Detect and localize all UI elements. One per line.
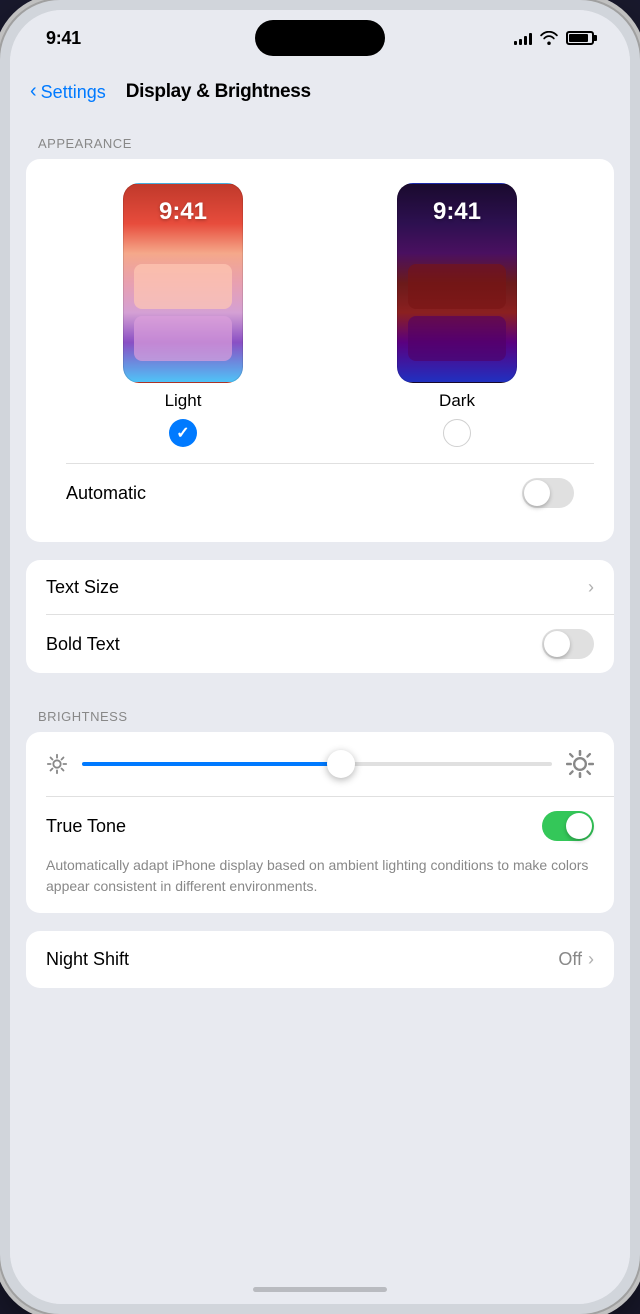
bold-text-label: Bold Text bbox=[46, 634, 120, 655]
night-shift-chevron-icon: › bbox=[588, 949, 594, 970]
dark-theme-preview: 9:41 bbox=[397, 183, 517, 383]
dark-theme-label: Dark bbox=[439, 391, 475, 411]
light-theme-option[interactable]: 9:41 Light ✓ bbox=[123, 183, 243, 447]
bold-text-row: Bold Text bbox=[26, 615, 614, 673]
dark-theme-bars bbox=[398, 234, 516, 382]
night-shift-card: Night Shift Off › bbox=[26, 931, 614, 988]
back-button[interactable]: ‹ Settings bbox=[30, 81, 106, 103]
battery-fill bbox=[569, 34, 588, 42]
brightness-card: True Tone Automatically adapt iPhone dis… bbox=[26, 732, 614, 913]
brightness-section-header: BRIGHTNESS bbox=[10, 691, 630, 732]
brightness-slider-row bbox=[26, 732, 614, 796]
text-size-row[interactable]: Text Size › bbox=[26, 560, 614, 614]
content-scroll[interactable]: APPEARANCE 9:41 Light bbox=[10, 118, 630, 1304]
night-shift-row[interactable]: Night Shift Off › bbox=[26, 931, 614, 988]
signal-bars-icon bbox=[514, 31, 532, 45]
light-theme-preview: 9:41 bbox=[123, 183, 243, 383]
phone-shell: 9:41 ‹ bbox=[0, 0, 640, 1314]
phone-screen: 9:41 ‹ bbox=[10, 10, 630, 1304]
true-tone-label: True Tone bbox=[46, 816, 126, 837]
gap-2 bbox=[10, 673, 630, 691]
battery-icon bbox=[566, 31, 594, 45]
appearance-card: 9:41 Light ✓ bbox=[26, 159, 614, 542]
automatic-toggle-thumb bbox=[524, 480, 550, 506]
home-indicator bbox=[253, 1287, 387, 1292]
night-shift-label: Night Shift bbox=[46, 949, 129, 970]
sun-small-icon bbox=[46, 753, 68, 775]
sun-large-icon bbox=[566, 750, 594, 778]
brightness-slider-track[interactable] bbox=[82, 762, 552, 766]
status-time: 9:41 bbox=[46, 28, 81, 49]
automatic-row: Automatic bbox=[46, 464, 594, 522]
brightness-slider-fill bbox=[82, 762, 341, 766]
signal-bar-4 bbox=[529, 33, 532, 45]
bold-text-toggle[interactable] bbox=[542, 629, 594, 659]
dark-theme-radio[interactable] bbox=[443, 419, 471, 447]
light-theme-time: 9:41 bbox=[124, 198, 242, 226]
true-tone-row: True Tone bbox=[26, 797, 614, 855]
gap-4 bbox=[10, 988, 630, 1006]
page-title: Display & Brightness bbox=[126, 81, 311, 103]
gap-3 bbox=[10, 913, 630, 931]
signal-bar-1 bbox=[514, 41, 517, 45]
light-theme-bars bbox=[124, 234, 242, 382]
brightness-slider-thumb[interactable] bbox=[327, 750, 355, 778]
night-shift-right: Off › bbox=[558, 949, 594, 970]
dark-theme-option[interactable]: 9:41 Dark bbox=[397, 183, 517, 447]
automatic-label: Automatic bbox=[66, 483, 146, 504]
themes-row: 9:41 Light ✓ bbox=[46, 183, 594, 447]
dynamic-island bbox=[255, 20, 385, 56]
status-bar: 9:41 bbox=[10, 10, 630, 66]
light-theme-check-icon: ✓ bbox=[176, 423, 189, 443]
night-shift-value: Off bbox=[558, 949, 582, 970]
signal-bar-2 bbox=[519, 39, 522, 45]
dark-theme-time: 9:41 bbox=[398, 198, 516, 226]
text-size-label: Text Size bbox=[46, 577, 119, 598]
text-settings-card: Text Size › Bold Text bbox=[26, 560, 614, 673]
automatic-toggle[interactable] bbox=[522, 478, 574, 508]
light-bar-1 bbox=[134, 264, 232, 309]
bold-text-toggle-thumb bbox=[544, 631, 570, 657]
true-tone-toggle-thumb bbox=[566, 813, 592, 839]
true-tone-description: Automatically adapt iPhone display based… bbox=[26, 855, 614, 913]
status-icons bbox=[514, 31, 594, 45]
dark-bar-2 bbox=[408, 316, 506, 361]
signal-bar-3 bbox=[524, 36, 527, 45]
true-tone-toggle[interactable] bbox=[542, 811, 594, 841]
light-theme-radio[interactable]: ✓ bbox=[169, 419, 197, 447]
light-bar-2 bbox=[134, 316, 232, 361]
dark-bar-1 bbox=[408, 264, 506, 309]
nav-bar: ‹ Settings Display & Brightness bbox=[10, 66, 630, 118]
light-theme-label: Light bbox=[165, 391, 202, 411]
gap-1 bbox=[10, 542, 630, 560]
appearance-section-header: APPEARANCE bbox=[10, 118, 630, 159]
wifi-icon bbox=[540, 31, 558, 45]
back-chevron-icon: ‹ bbox=[30, 80, 37, 103]
text-size-chevron-icon: › bbox=[588, 577, 594, 598]
back-label[interactable]: Settings bbox=[41, 82, 106, 103]
